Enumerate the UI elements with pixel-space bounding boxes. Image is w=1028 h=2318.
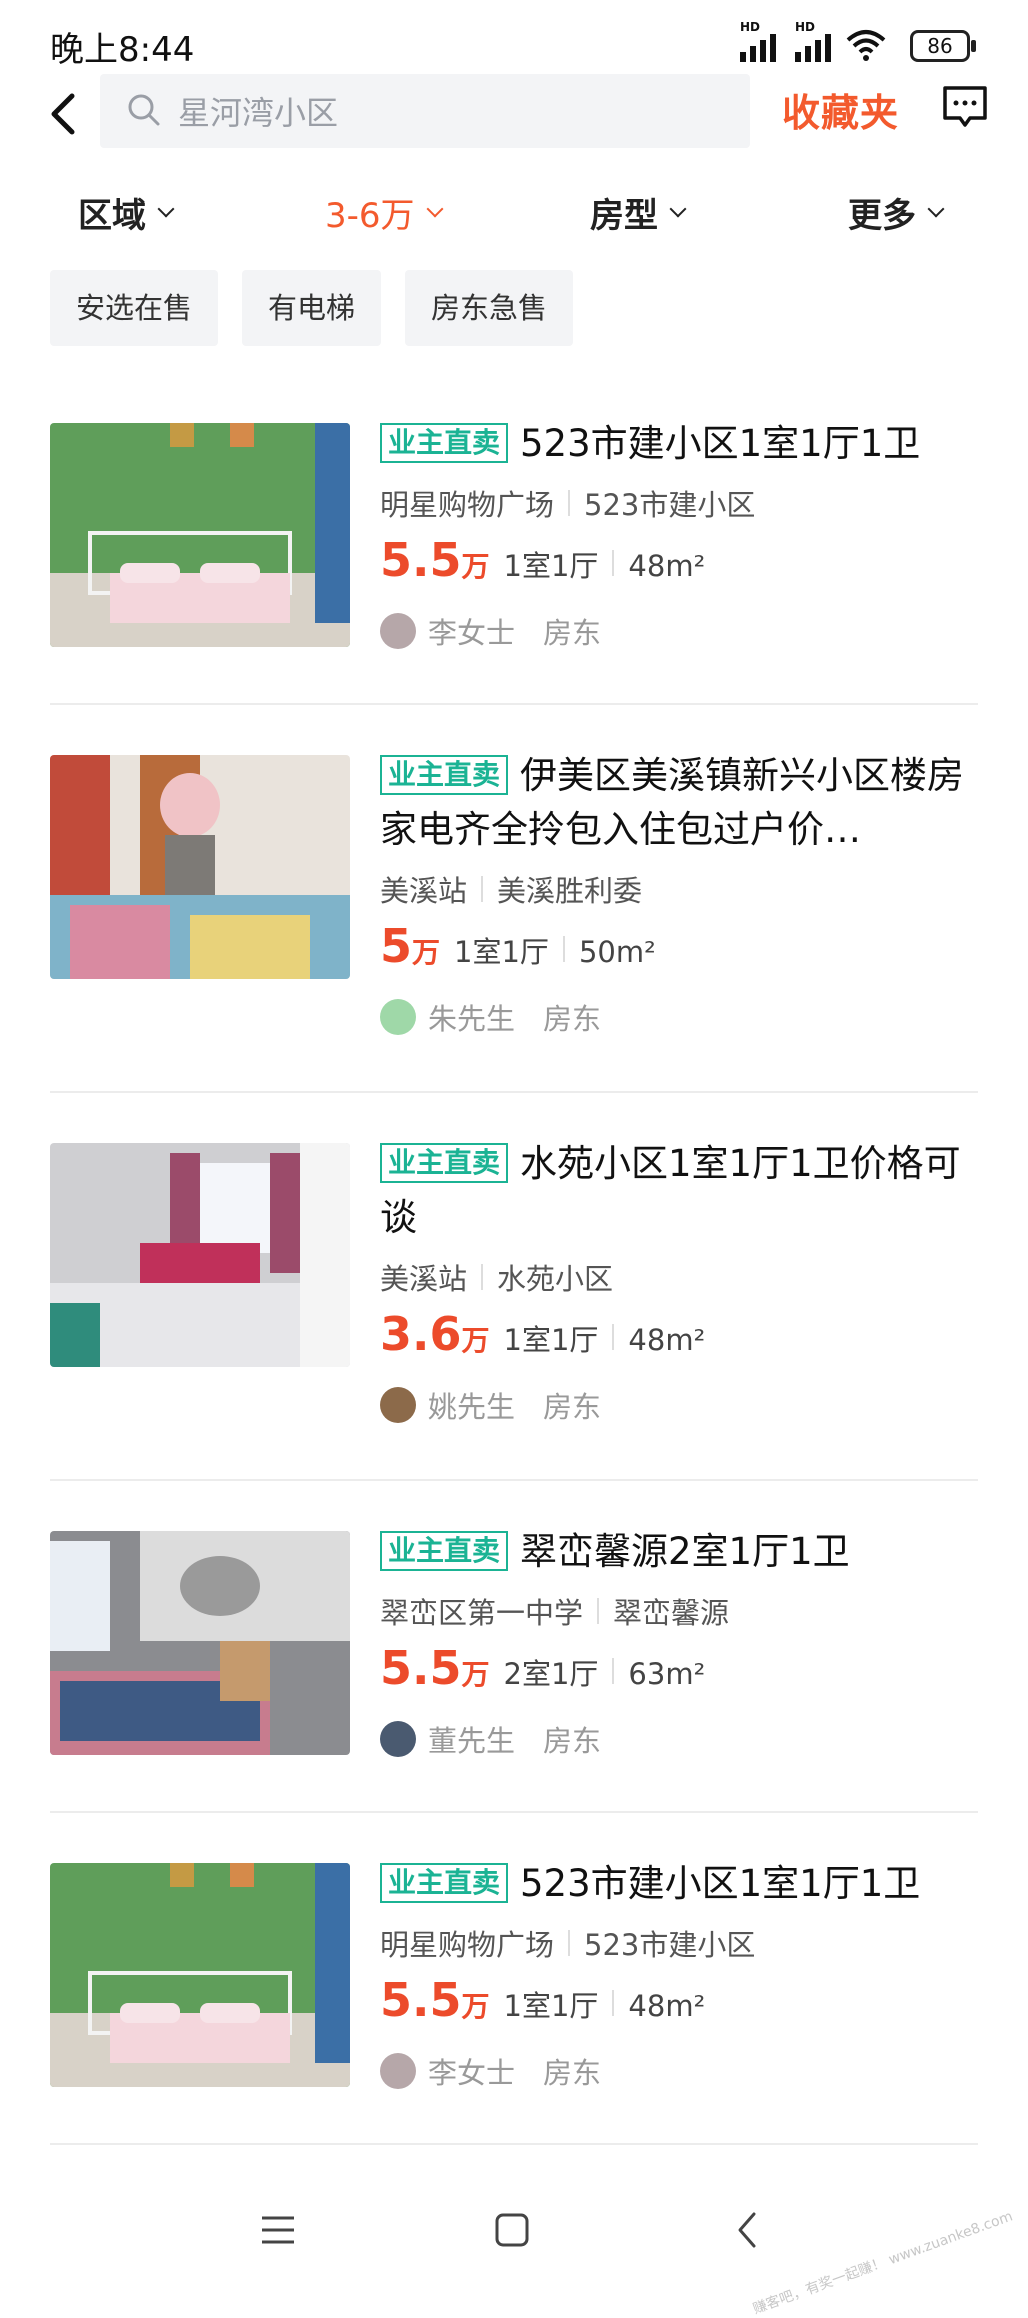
listing-photo	[50, 1531, 350, 1755]
search-placeholder: 星河湾小区	[178, 94, 339, 132]
tag-safe-select[interactable]: 安选在售	[50, 270, 219, 346]
listing-price: 5.5	[380, 1641, 462, 1695]
avatar	[380, 613, 416, 649]
listing-info: 业主直卖 翠峦馨源2室1厅1卫 翠峦区第一中学 翠峦馨源 5.5 万 2室1厅 63m²…	[380, 1525, 980, 1763]
listing-price: 5.5	[380, 533, 462, 587]
menu-icon[interactable]	[258, 2210, 298, 2250]
listing-item[interactable]: 业主直卖 523市建小区1室1厅1卫 明星购物广场 523市建小区 5.5 万 1室1…	[50, 1811, 978, 2145]
chevron-down-icon	[157, 200, 175, 217]
listing-location: 美溪站 水苑小区	[380, 1262, 614, 1296]
battery-indicator: 86	[910, 30, 976, 62]
listing-owner: 李女士 房东	[380, 607, 980, 655]
signal-icon-1: HD	[740, 20, 776, 62]
listing-owner: 朱先生 房东	[380, 993, 980, 1041]
home-icon[interactable]	[492, 2210, 532, 2250]
wifi-icon	[846, 30, 886, 61]
listing-info: 业主直卖 伊美区美溪镇新兴小区楼房家电齐全拎包入住包过户价… 美溪站 美溪胜利委 5…	[380, 749, 980, 1041]
listing-title: 业主直卖 523市建小区1室1厅1卫	[380, 417, 980, 471]
listing-owner: 董先生 房东	[380, 1715, 980, 1763]
listing-photo	[50, 1863, 350, 2087]
listing-photo	[50, 1143, 350, 1367]
filter-bar: 区域 3-6万 房型 更多	[0, 188, 1028, 248]
back-arrow-icon[interactable]	[44, 84, 84, 144]
owner-direct-badge: 业主直卖	[380, 1531, 509, 1571]
chevron-down-icon	[426, 200, 444, 217]
tag-elevator[interactable]: 有电梯	[242, 270, 382, 346]
listing-item[interactable]: 业主直卖 伊美区美溪镇新兴小区楼房家电齐全拎包入住包过户价… 美溪站 美溪胜利委 5…	[50, 703, 978, 1093]
listing-price-line: 5万 1室1厅 50m²	[380, 919, 656, 973]
favorites-button[interactable]: 收藏夹	[782, 82, 899, 137]
listing-info: 业主直卖 523市建小区1室1厅1卫 明星购物广场 523市建小区 5.5 万 1室1…	[380, 1857, 980, 2095]
filter-price[interactable]: 3-6万	[325, 188, 444, 237]
listing-title: 业主直卖 523市建小区1室1厅1卫	[380, 1857, 980, 1911]
listing-location: 明星购物广场 523市建小区	[380, 1928, 756, 1962]
quick-tags: 安选在售 有电梯 房东急售	[50, 270, 574, 346]
listing-price-line: 3.6 万 1室1厅 48m²	[380, 1307, 706, 1361]
filter-region[interactable]: 区域	[78, 188, 175, 237]
filter-more[interactable]: 更多	[848, 188, 945, 237]
listing-price-line: 5.5 万 1室1厅 48m²	[380, 1973, 706, 2027]
listing-location: 翠峦区第一中学 翠峦馨源	[380, 1596, 730, 1630]
listing-photo	[50, 755, 350, 979]
owner-direct-badge: 业主直卖	[380, 1863, 509, 1903]
owner-direct-badge: 业主直卖	[380, 1143, 509, 1183]
filter-layout[interactable]: 房型	[590, 188, 687, 237]
avatar	[380, 1721, 416, 1757]
message-icon[interactable]	[940, 82, 990, 132]
listing-owner: 李女士 房东	[380, 2047, 980, 2095]
avatar	[380, 999, 416, 1035]
listing-location: 明星购物广场 523市建小区	[380, 488, 756, 522]
listing-price-line: 5.5 万 2室1厅 63m²	[380, 1641, 706, 1695]
search-input[interactable]: 星河湾小区	[100, 74, 750, 148]
tag-urgent-sale[interactable]: 房东急售	[405, 270, 574, 346]
listing-price: 5	[380, 919, 413, 973]
avatar	[380, 1387, 416, 1423]
search-icon	[128, 94, 160, 126]
status-time: 晚上8:44	[50, 30, 195, 70]
owner-direct-badge: 业主直卖	[380, 755, 509, 795]
listing-item[interactable]: 业主直卖 翠峦馨源2室1厅1卫 翠峦区第一中学 翠峦馨源 5.5 万 2室1厅 63m²…	[50, 1479, 978, 1813]
listing-title: 业主直卖 翠峦馨源2室1厅1卫	[380, 1525, 980, 1579]
signal-icon-2: HD	[795, 20, 831, 62]
owner-direct-badge: 业主直卖	[380, 423, 509, 463]
watermark: 赚客吧，有奖一起赚！ www.zuanke8.com	[750, 2208, 1015, 2318]
listing-item[interactable]: 业主直卖 523市建小区1室1厅1卫 明星购物广场 523市建小区 5.5 万 1室1…	[50, 385, 978, 705]
top-bar: 星河湾小区 收藏夹	[0, 74, 1028, 154]
listing-price: 3.6	[380, 1307, 462, 1361]
listing-item[interactable]: 业主直卖 水苑小区1室1厅1卫价格可谈 美溪站 水苑小区 3.6 万 1室1厅 48m²…	[50, 1091, 978, 1481]
listing-title: 业主直卖 水苑小区1室1厅1卫价格可谈	[380, 1142, 961, 1239]
system-nav-bar: 赚客吧，有奖一起赚！ www.zuanke8.com	[0, 2180, 1028, 2318]
listing-price: 5.5	[380, 1973, 462, 2027]
listing-owner: 姚先生 房东	[380, 1381, 980, 1429]
chevron-down-icon	[669, 200, 687, 217]
listing-photo	[50, 423, 350, 647]
listing-info: 业主直卖 523市建小区1室1厅1卫 明星购物广场 523市建小区 5.5 万 1室1…	[380, 417, 980, 655]
listing-price-line: 5.5 万 1室1厅 48m²	[380, 533, 706, 587]
listing-location: 美溪站 美溪胜利委	[380, 874, 643, 908]
avatar	[380, 2053, 416, 2089]
listing-title: 业主直卖 伊美区美溪镇新兴小区楼房家电齐全拎包入住包过户价…	[380, 754, 965, 851]
listing-info: 业主直卖 水苑小区1室1厅1卫价格可谈 美溪站 水苑小区 3.6 万 1室1厅 48m²…	[380, 1137, 980, 1429]
nav-back-icon[interactable]	[728, 2210, 768, 2250]
chevron-down-icon	[927, 200, 945, 217]
